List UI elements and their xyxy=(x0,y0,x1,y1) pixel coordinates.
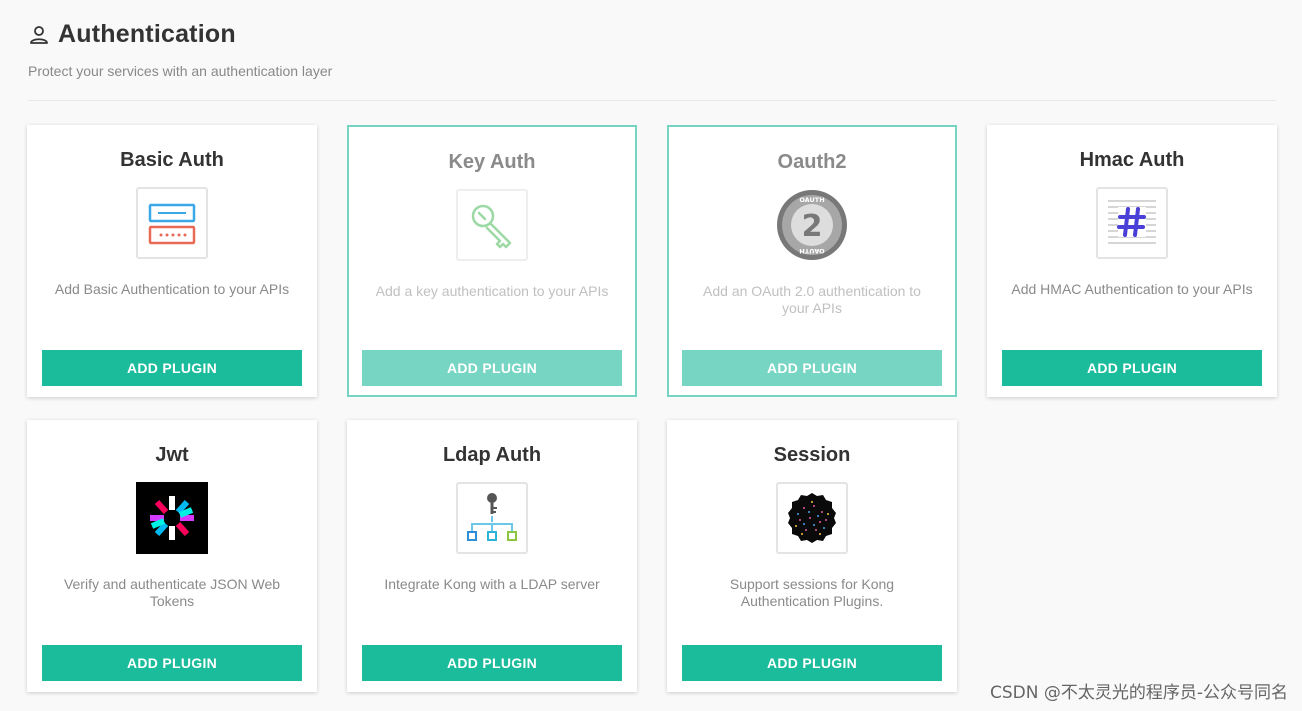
oauth-top-text: OAUTH xyxy=(799,196,824,204)
jwt-icon xyxy=(136,482,208,554)
title-row: Authentication xyxy=(28,20,332,49)
plugin-card-hmac-auth: Hmac Auth Add HMAC Authentication to you… xyxy=(987,125,1277,397)
page-title: Authentication xyxy=(58,20,236,48)
oauth-bottom-text: OAUTH xyxy=(799,247,824,255)
basic-auth-icon xyxy=(136,187,208,259)
plugin-title: Key Auth xyxy=(448,151,536,173)
plugin-title: Session xyxy=(773,444,851,466)
page-header: Authentication Protect your services wit… xyxy=(28,20,332,79)
plugin-description: Add HMAC Authentication to your APIs xyxy=(1011,281,1253,297)
watermark: CSDN @不太灵光的程序员-公众号同名 xyxy=(989,683,1288,703)
plugin-title: Jwt xyxy=(155,444,189,466)
add-plugin-button-session[interactable]: ADD PLUGIN xyxy=(682,645,942,681)
plugin-description: Add a key authentication to your APIs xyxy=(375,283,609,299)
plugin-title: Hmac Auth xyxy=(1079,149,1185,171)
plugin-card-oauth2: Oauth2 OAUTH 2 OAUTH Add an OAuth 2.0 au… xyxy=(667,125,957,397)
plugin-title: Basic Auth xyxy=(120,149,224,171)
add-plugin-button-oauth2[interactable]: ADD PLUGIN xyxy=(682,350,942,386)
plugin-description: Support sessions for Kong Authentication… xyxy=(729,576,895,609)
plugin-card-session: Session Support sessions for Kong Authen… xyxy=(667,420,957,692)
session-icon xyxy=(776,482,848,554)
plugin-title: Ldap Auth xyxy=(442,444,542,466)
add-plugin-button-hmac-auth[interactable]: ADD PLUGIN xyxy=(1002,350,1262,386)
oauth-number: 2 xyxy=(802,209,823,244)
plugin-description: Verify and authenticate JSON Web Tokens xyxy=(63,576,281,609)
plugin-description: Add Basic Authentication to your APIs xyxy=(54,281,290,297)
plugin-card-jwt: Jwt Verify and authenticate JSON Web Tok… xyxy=(27,420,317,692)
add-plugin-button-key-auth[interactable]: ADD PLUGIN xyxy=(362,350,622,386)
user-icon xyxy=(28,24,50,46)
header-divider xyxy=(28,100,1276,101)
add-plugin-button-jwt[interactable]: ADD PLUGIN xyxy=(42,645,302,681)
plugin-title: Oauth2 xyxy=(777,151,847,173)
plugin-card-basic-auth: Basic Auth Add Basic Authentication to y… xyxy=(27,125,317,397)
hash-icon xyxy=(1096,187,1168,259)
plugin-card-ldap-auth: Ldap Auth Integrate Kong with a LDAP ser… xyxy=(347,420,637,692)
key-icon xyxy=(456,189,528,261)
page-subtitle: Protect your services with an authentica… xyxy=(28,63,333,79)
plugin-description: Integrate Kong with a LDAP server xyxy=(384,576,600,592)
ldap-icon xyxy=(456,482,528,554)
plugin-description: Add an OAuth 2.0 authentication to your … xyxy=(703,283,921,316)
oauth2-icon: OAUTH 2 OAUTH xyxy=(776,189,848,261)
plugin-card-key-auth: Key Auth Add a key authentication to you… xyxy=(347,125,637,397)
add-plugin-button-basic-auth[interactable]: ADD PLUGIN xyxy=(42,350,302,386)
add-plugin-button-ldap-auth[interactable]: ADD PLUGIN xyxy=(362,645,622,681)
